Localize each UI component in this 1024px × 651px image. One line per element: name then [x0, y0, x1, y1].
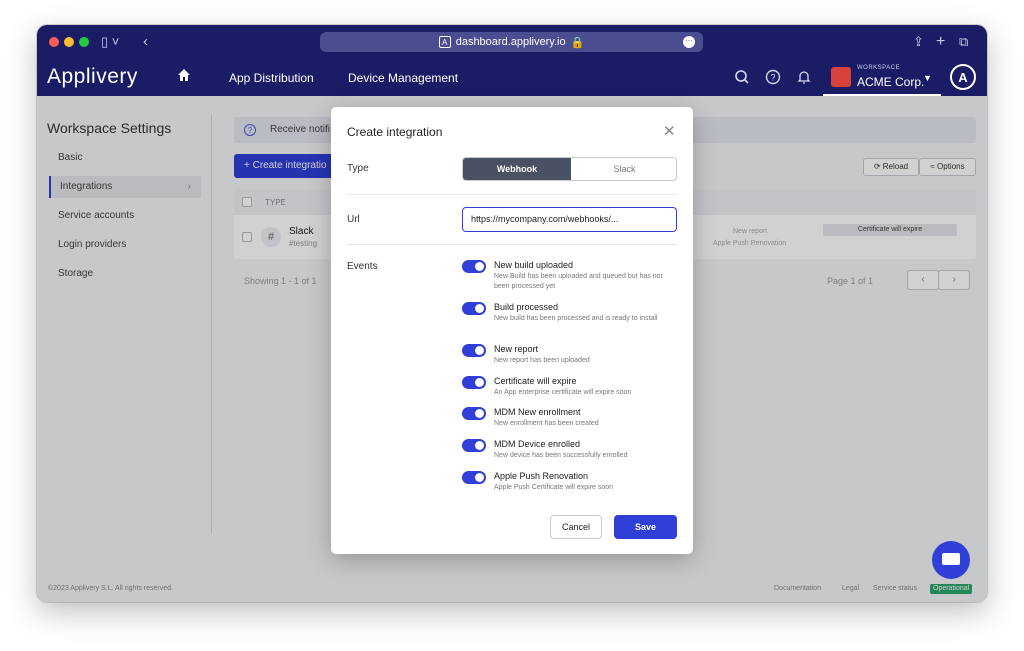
nav-device-management[interactable]: Device Management — [348, 71, 458, 85]
back-icon[interactable]: ‹ — [143, 33, 148, 51]
minimize-window-button[interactable] — [64, 37, 74, 47]
event-description: New build has been processed and is read… — [494, 315, 658, 322]
cancel-button[interactable]: Cancel — [550, 515, 602, 539]
share-icon[interactable]: ⇪ — [913, 33, 924, 51]
nav-app-distribution[interactable]: App Distribution — [229, 71, 314, 85]
help-icon[interactable]: ? — [764, 68, 782, 86]
divider — [347, 244, 677, 245]
new-tab-icon[interactable]: + — [936, 33, 945, 51]
event-description: Apple Push Certificate will expire soon — [494, 484, 614, 491]
search-icon[interactable] — [733, 68, 751, 86]
url-input[interactable]: https://mycompany.com/webhooks/... — [462, 207, 677, 232]
type-option-webhook[interactable]: Webhook — [463, 158, 571, 180]
event-description: New device has been successfully enrolle… — [494, 452, 628, 459]
chevron-down-icon: ▼ — [923, 73, 932, 83]
event-toggle-mdm-device-enrolled[interactable] — [462, 439, 486, 452]
chat-button[interactable] — [932, 541, 970, 579]
divider — [347, 194, 677, 195]
event-toggle-new-report[interactable] — [462, 344, 486, 357]
bell-icon[interactable] — [795, 68, 813, 86]
workspace-logo-icon — [831, 67, 851, 87]
workspace-label: WORKSPACE — [857, 65, 901, 71]
event-description: New report has been uploaded — [494, 357, 590, 364]
event-title: Certificate will expire — [494, 376, 577, 386]
type-option-slack[interactable]: Slack — [571, 158, 676, 180]
event-title: MDM Device enrolled — [494, 439, 581, 449]
modal-title: Create integration — [347, 125, 443, 139]
address-text: dashboard.applivery.io — [455, 36, 566, 48]
event-title: Build processed — [494, 302, 559, 312]
event-description: New Build has been uploaded and queued b… — [494, 273, 663, 290]
workspace-name: ACME Corp. — [857, 75, 925, 89]
event-toggle-apple-push-renovation[interactable] — [462, 471, 486, 484]
lock-icon: 🔒 — [570, 36, 585, 49]
brand-logo[interactable]: Applivery — [47, 65, 138, 89]
address-bar[interactable]: A dashboard.applivery.io 🔒 ··· — [320, 32, 703, 52]
browser-window: ▯ ˅ ‹ A dashboard.applivery.io 🔒 ··· ⇪ +… — [37, 25, 987, 602]
type-selector: Webhook Slack — [462, 157, 677, 181]
create-integration-modal: Create integration ✕ Type Webhook Slack … — [331, 107, 693, 554]
event-toggle-build-processed[interactable] — [462, 302, 486, 315]
tabs-overview-icon[interactable]: ⧉ — [959, 33, 968, 51]
event-title: MDM New enrollment — [494, 407, 581, 417]
type-label: Type — [347, 163, 369, 174]
workspace-switcher[interactable]: WORKSPACE ACME Corp. ▼ — [823, 59, 941, 96]
event-title: Apple Push Renovation — [494, 471, 589, 481]
site-logo-icon: A — [438, 36, 451, 48]
sidebar-toggle-icon[interactable]: ▯ ˅ — [101, 33, 119, 51]
event-toggle-mdm-new-enrollment[interactable] — [462, 407, 486, 420]
app-navbar: Applivery App Distribution Device Manage… — [37, 59, 987, 96]
user-avatar[interactable]: A — [950, 64, 976, 90]
event-toggle-certificate-will-expire[interactable] — [462, 376, 486, 389]
save-button[interactable]: Save — [614, 515, 677, 539]
close-icon[interactable]: ✕ — [663, 122, 676, 140]
chat-bubble-icon — [942, 553, 960, 565]
url-label: Url — [347, 214, 360, 225]
home-icon[interactable] — [177, 68, 191, 82]
event-description: New enrollment has been created — [494, 420, 599, 427]
title-bar: ▯ ˅ ‹ A dashboard.applivery.io 🔒 ··· ⇪ +… — [37, 25, 987, 59]
close-window-button[interactable] — [49, 37, 59, 47]
event-description: An App enterprise certificate will expir… — [494, 389, 632, 396]
event-toggle-new-build-uploaded[interactable] — [462, 260, 486, 273]
event-title: New build uploaded — [494, 260, 574, 270]
svg-text:?: ? — [770, 73, 775, 83]
event-title: New report — [494, 344, 539, 354]
zoom-window-button[interactable] — [79, 37, 89, 47]
more-icon[interactable]: ··· — [683, 36, 695, 48]
events-label: Events — [347, 261, 378, 272]
